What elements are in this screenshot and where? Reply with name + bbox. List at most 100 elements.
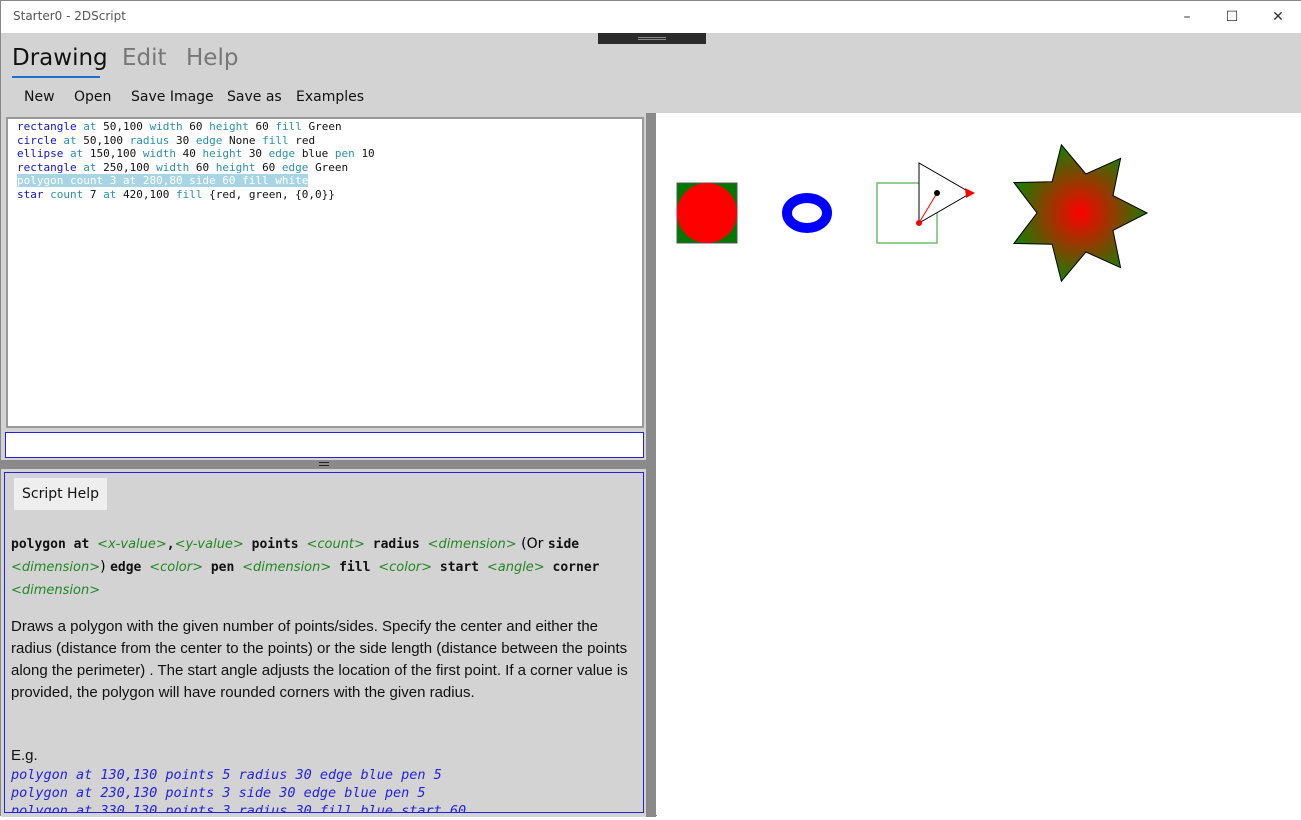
script-token: None (228, 133, 256, 147)
script-token: width (149, 160, 196, 174)
script-token: Green (315, 160, 349, 174)
example-line: polygon at 330,130 points 3 radius 30 fi… (11, 803, 467, 813)
help-panel: Script Help polygon at <x-value>,<y-valu… (4, 472, 644, 813)
tab-edit[interactable]: Edit (122, 45, 167, 71)
menu-open[interactable]: Open (74, 89, 111, 105)
script-token: Green (308, 120, 342, 133)
gradient-star (1012, 143, 1149, 283)
syntax-token: , (166, 537, 175, 552)
center-point-marker (934, 190, 940, 196)
menu-new[interactable]: New (24, 89, 55, 105)
close-button[interactable]: ✕ (1255, 5, 1301, 29)
tab-help[interactable]: Help (186, 45, 238, 71)
script-token: 50,100 (103, 120, 143, 133)
drawing-canvas[interactable] (657, 113, 1301, 816)
start-point-marker (916, 220, 922, 226)
syntax-token: <angle> (486, 560, 545, 575)
script-token: 30 (175, 133, 190, 147)
horizontal-splitter[interactable] (1, 460, 646, 469)
script-token: fill (169, 187, 210, 201)
syntax-token: <y-value> (174, 537, 244, 552)
script-token: height (195, 147, 249, 160)
script-token: width (142, 120, 190, 133)
script-line: circle at 50,100 radius 30 edge None fil… (17, 134, 642, 148)
script-token: rectangle (17, 120, 77, 133)
syntax-token: pen (203, 560, 243, 575)
syntax-token: start (432, 560, 487, 575)
syntax-token: edge (110, 560, 150, 575)
menu-examples[interactable]: Examples (296, 89, 364, 105)
script-token: at (76, 160, 104, 174)
syntax-token: ) (100, 559, 111, 575)
active-tab-indicator (12, 76, 100, 78)
script-token: 60 (189, 120, 203, 133)
syntax-token: <color> (149, 560, 203, 575)
script-token: 60 (195, 160, 210, 174)
syntax-token: corner (544, 560, 600, 575)
canvas-svg (676, 143, 1149, 283)
vertical-splitter[interactable] (646, 113, 656, 817)
syntax-token: radius (364, 537, 428, 552)
script-token: 60 (255, 120, 269, 133)
script-token: edge (275, 160, 316, 174)
script-editor[interactable]: rectangle at 50,100 width 60 height 60 f… (6, 117, 644, 428)
script-token: star (17, 187, 44, 201)
menu-save-image[interactable]: Save Image (131, 89, 214, 105)
menu-save-as[interactable]: Save as (227, 89, 282, 105)
script-token: width (136, 147, 183, 160)
script-token: edge (262, 147, 302, 160)
drag-handle[interactable] (598, 33, 706, 44)
example-label: E.g. (11, 747, 38, 764)
script-token: 30 (248, 147, 263, 160)
script-token: 60 (262, 160, 276, 174)
command-input[interactable] (5, 432, 644, 458)
syntax-token: side (547, 537, 580, 552)
script-token: pen (328, 147, 362, 160)
script-line: star count 7 at 420,100 fill {red, green… (17, 188, 642, 202)
white-triangle (918, 162, 973, 224)
syntax-token: <dimension> (11, 560, 101, 575)
script-line: ellipse at 150,100 width 40 height 30 ed… (17, 147, 642, 161)
example-line: polygon at 130,130 points 5 radius 30 ed… (11, 767, 442, 783)
script-line: polygon count 3 at 280,80 side 60 fill w… (17, 174, 642, 188)
script-token: 150,100 (89, 147, 137, 160)
script-line: rectangle at 50,100 width 60 height 60 f… (17, 120, 642, 134)
syntax-token: <dimension> (11, 583, 101, 598)
script-token: polygon count 3 at 280,80 side 60 fill w… (17, 174, 309, 187)
maximize-button[interactable]: ☐ (1209, 5, 1255, 29)
tab-drawing[interactable]: Drawing (12, 45, 108, 71)
script-token: 50,100 (83, 133, 123, 147)
syntax-token: (Or (516, 536, 548, 552)
script-token: radius (123, 133, 176, 147)
script-token: at (56, 133, 84, 147)
minimize-button[interactable]: – (1164, 5, 1210, 29)
script-token: 10 (361, 147, 375, 160)
script-token: height (202, 120, 256, 133)
script-token: fill (255, 133, 296, 147)
example-line: polygon at 230,130 points 3 side 30 edge… (11, 785, 426, 801)
script-token: rectangle (17, 160, 77, 174)
script-token: blue (301, 147, 329, 160)
syntax-token: <dimension> (427, 537, 517, 552)
syntax-token: polygon at (11, 537, 98, 552)
help-description: Draws a polygon with the given number of… (11, 618, 628, 701)
script-line: rectangle at 250,100 width 60 height 60 … (17, 161, 642, 175)
script-token: ellipse (17, 147, 64, 160)
script-token: fill (268, 120, 309, 133)
red-circle (677, 183, 737, 243)
script-token: count (43, 187, 90, 201)
syntax-token: <count> (306, 537, 365, 552)
direction-arrow (965, 188, 975, 198)
syntax-token: <color> (378, 560, 433, 575)
syntax-token: points (243, 537, 307, 552)
syntax-token: <dimension> (242, 560, 332, 575)
script-token: at (96, 187, 123, 201)
blue-ellipse (782, 193, 832, 233)
title-bar: Starter0 - 2DScript – ☐ ✕ (1, 1, 1301, 33)
script-help-button[interactable]: Script Help (14, 478, 107, 510)
window-title: Starter0 - 2DScript (13, 9, 126, 23)
script-token: red (295, 133, 316, 147)
script-token: edge (189, 133, 229, 147)
script-token: 420,100 (122, 187, 170, 201)
script-token: at (76, 120, 104, 133)
